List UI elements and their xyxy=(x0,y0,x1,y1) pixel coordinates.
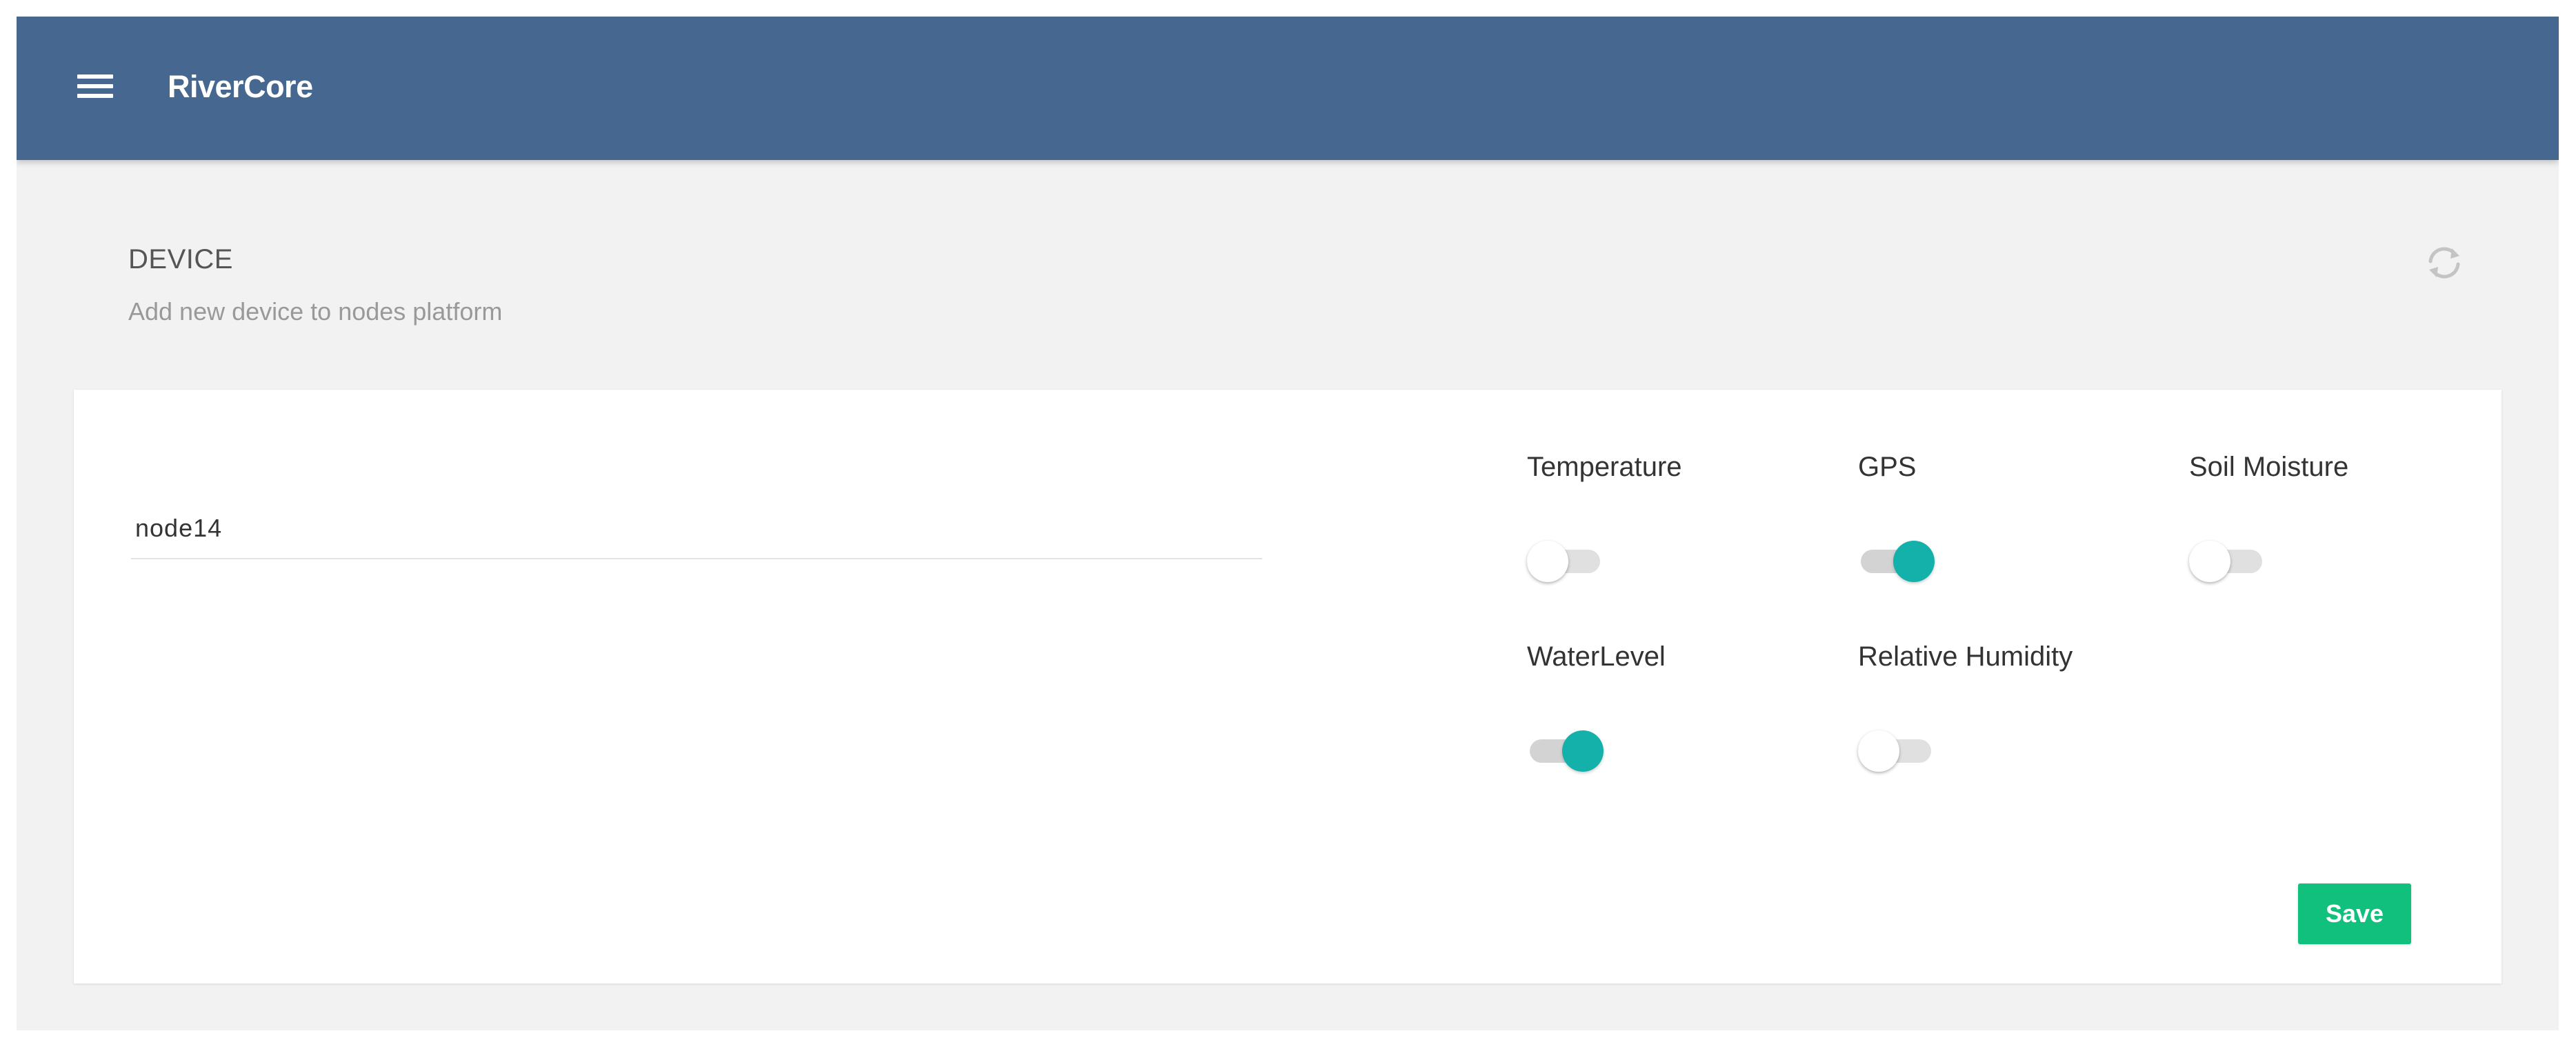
sensor-label: Soil Moisture xyxy=(2189,452,2349,482)
toggle-thumb xyxy=(1893,541,1935,582)
sensor-label: WaterLevel xyxy=(1527,641,1666,672)
app-title: RiverCore xyxy=(168,69,313,104)
soil-moisture-toggle[interactable] xyxy=(2189,537,2265,583)
page-subtitle: Add new device to nodes platform xyxy=(128,297,503,326)
sensor-relative-humidity: Relative Humidity xyxy=(1858,639,2175,790)
save-button[interactable]: Save xyxy=(2298,883,2411,944)
app-window: RiverCore DEVICE Add new device to nodes… xyxy=(17,17,2559,1030)
toggle-thumb xyxy=(1562,730,1604,772)
device-name-field xyxy=(131,500,1262,559)
water-level-toggle[interactable] xyxy=(1527,727,1604,772)
refresh-icon[interactable] xyxy=(2422,241,2466,285)
hamburger-menu-icon[interactable] xyxy=(76,68,117,109)
device-name-input[interactable] xyxy=(135,511,1239,546)
toggle-thumb xyxy=(1858,730,1899,772)
sensor-label: Temperature xyxy=(1527,452,1682,482)
page-title: DEVICE xyxy=(128,244,233,274)
sensor-label: GPS xyxy=(1858,452,1917,482)
relative-humidity-toggle[interactable] xyxy=(1858,727,1934,772)
sensor-gps: GPS xyxy=(1858,449,2175,601)
toggle-thumb xyxy=(1527,541,1568,582)
temperature-toggle[interactable] xyxy=(1527,537,1603,583)
toggle-thumb xyxy=(2189,541,2230,582)
sensor-label: Relative Humidity xyxy=(1858,641,2073,672)
top-app-bar: RiverCore xyxy=(17,17,2559,160)
page-header: DEVICE Add new device to nodes platform xyxy=(128,241,502,326)
sensor-water-level: WaterLevel xyxy=(1527,639,1844,790)
sensor-temperature: Temperature xyxy=(1527,449,1844,601)
gps-toggle[interactable] xyxy=(1858,537,1935,583)
device-form-card: Temperature GPS Soil Moisture WaterLevel xyxy=(74,390,2502,983)
sensor-soil-moisture: Soil Moisture xyxy=(2189,449,2506,601)
